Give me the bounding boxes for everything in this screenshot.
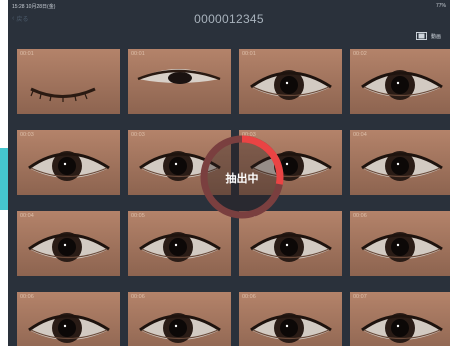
frame-thumbnail[interactable]: 00:06 bbox=[128, 292, 231, 346]
frame-timestamp: 00:05 bbox=[131, 213, 145, 219]
video-label: 動画 bbox=[430, 33, 441, 40]
eye-image bbox=[350, 49, 450, 114]
page-title: 0000012345 bbox=[194, 12, 264, 26]
frame-timestamp: 00:04 bbox=[353, 132, 367, 138]
frame-timestamp: 00:02 bbox=[353, 51, 367, 57]
frame-timestamp: 00:06 bbox=[20, 294, 34, 300]
extracting-label: 抽出中 bbox=[225, 173, 259, 185]
eye-image bbox=[17, 130, 120, 195]
frame-timestamp: 00:01 bbox=[20, 51, 34, 57]
app-screen: 15:28 10月28日(金) 77% ‹ 戻る 0000012345 動画 0… bbox=[8, 0, 450, 346]
eye-image bbox=[239, 49, 342, 114]
frame-timestamp: 00:06 bbox=[242, 294, 256, 300]
frame-timestamp: 00:06 bbox=[353, 213, 367, 219]
frame-thumbnail[interactable]: 00:03 bbox=[17, 130, 120, 195]
eye-image bbox=[17, 211, 120, 276]
frame-thumbnail[interactable]: 00:07 bbox=[350, 292, 450, 346]
video-button[interactable]: 動画 bbox=[415, 32, 441, 40]
frame-thumbnail[interactable]: 00:01 bbox=[17, 49, 120, 114]
side-accent-tab bbox=[0, 148, 8, 210]
eye-image bbox=[17, 292, 120, 346]
frame-timestamp: 00:01 bbox=[131, 51, 145, 57]
extraction-progress: 抽出中 bbox=[197, 132, 287, 222]
frame-thumbnail[interactable]: 00:01 bbox=[128, 49, 231, 114]
eye-image bbox=[128, 49, 231, 114]
status-bar: 15:28 10月28日(金) 77% bbox=[8, 0, 450, 12]
frame-thumbnail[interactable]: 00:01 bbox=[239, 49, 342, 114]
eye-image bbox=[128, 292, 231, 346]
eye-image bbox=[350, 211, 450, 276]
frame-thumbnail[interactable]: 00:04 bbox=[17, 211, 120, 276]
frame-timestamp: 00:01 bbox=[242, 51, 256, 57]
frame-timestamp: 00:03 bbox=[131, 132, 145, 138]
eye-image bbox=[350, 292, 450, 346]
frame-thumbnail[interactable]: 00:06 bbox=[17, 292, 120, 346]
frame-timestamp: 00:03 bbox=[20, 132, 34, 138]
frame-timestamp: 00:04 bbox=[20, 213, 34, 219]
frame-thumbnail[interactable]: 00:04 bbox=[350, 130, 450, 195]
frame-timestamp: 00:06 bbox=[131, 294, 145, 300]
status-time: 15:28 10月28日(金) bbox=[12, 4, 56, 10]
frame-thumbnail[interactable]: 00:06 bbox=[239, 292, 342, 346]
eye-image bbox=[350, 130, 450, 195]
film-icon bbox=[415, 32, 427, 40]
frame-timestamp: 00:07 bbox=[353, 294, 367, 300]
eye-image bbox=[239, 292, 342, 346]
frame-thumbnail[interactable]: 00:06 bbox=[350, 211, 450, 276]
eye-image bbox=[17, 49, 120, 114]
frame-thumbnail[interactable]: 00:02 bbox=[350, 49, 450, 114]
battery-level: 77% bbox=[435, 3, 446, 9]
